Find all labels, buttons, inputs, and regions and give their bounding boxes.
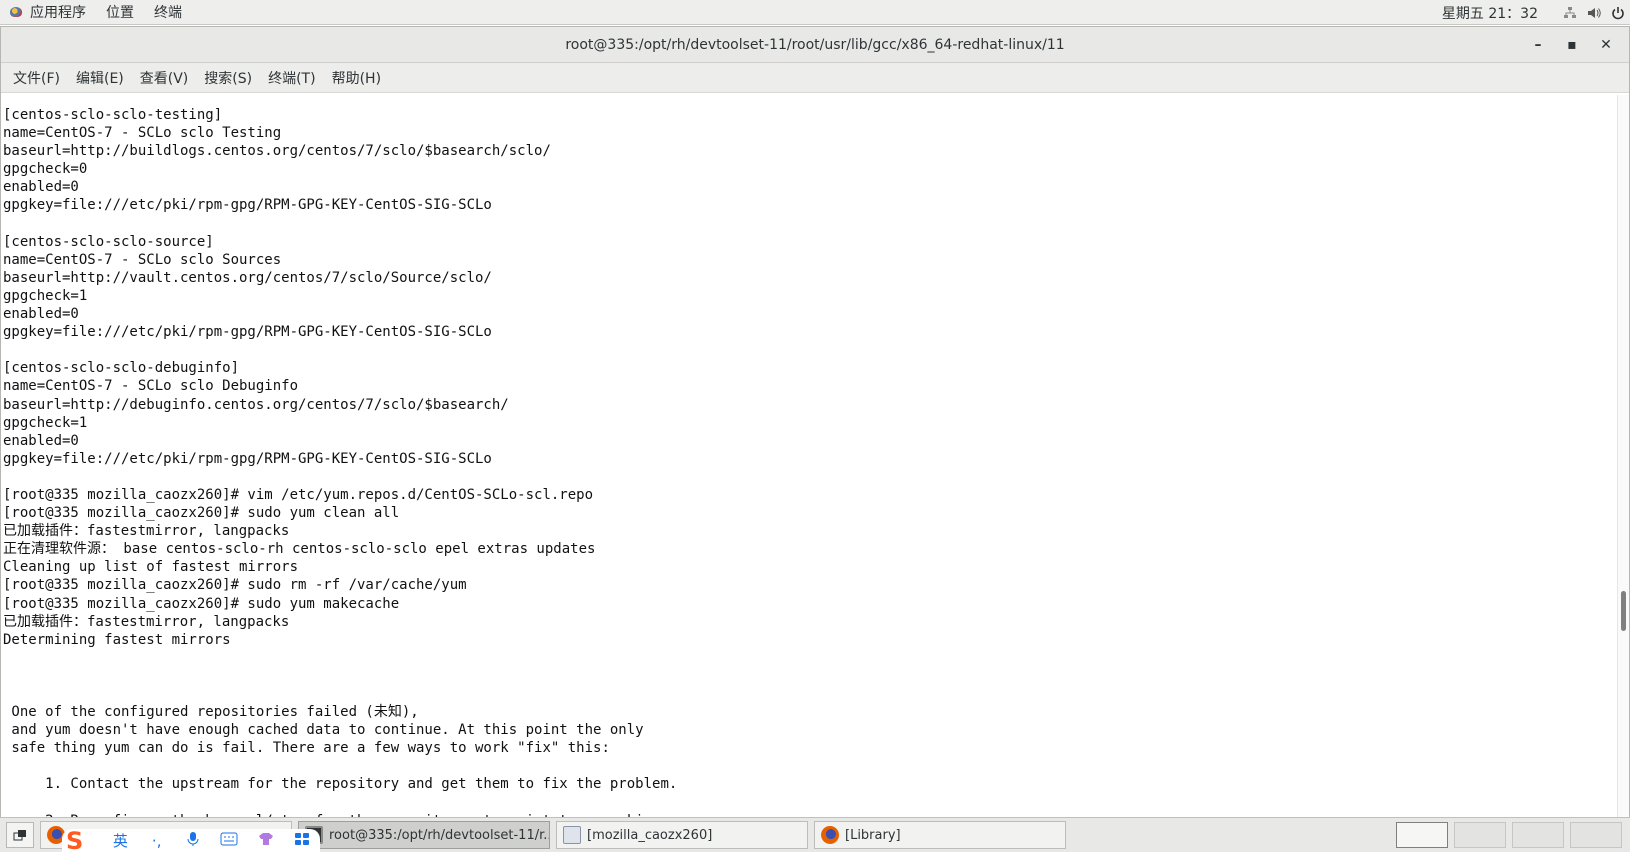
window-title: root@335:/opt/rh/devtoolset-11/root/usr/…: [565, 36, 1065, 53]
scrollbar-thumb[interactable]: [1621, 591, 1626, 631]
terminal-output[interactable]: [centos-sclo-sclo-testing] name=CentOS-7 …: [1, 95, 1629, 817]
terminal-line: 已加载插件：fastestmirror, langpacks: [3, 523, 290, 540]
terminal-line: Cleaning up list of fastest mirrors: [3, 559, 299, 576]
terminal-line: enabled=0: [3, 306, 79, 323]
terminal-line: baseurl=http://debuginfo.centos.org/cent…: [3, 396, 509, 413]
terminal-line: enabled=0: [3, 179, 79, 196]
task-file-manager[interactable]: [mozilla_caozx260]: [556, 821, 808, 849]
places-menu[interactable]: 位置: [96, 0, 144, 25]
keyboard-icon[interactable]: [211, 832, 247, 850]
terminal-app-menu[interactable]: 终端: [144, 0, 192, 25]
terminal-line: name=CentOS-7 - SCLo sclo Sources: [3, 251, 282, 268]
terminal-app-menu-label: 终端: [154, 5, 182, 21]
menu-edit[interactable]: 编辑(E): [68, 68, 132, 88]
terminal-line: gpgkey=file:///etc/pki/rpm-gpg/RPM-GPG-K…: [3, 197, 492, 214]
terminal-line: Determining fastest mirrors: [3, 631, 231, 648]
close-button[interactable]: ✕: [1589, 27, 1623, 63]
terminal-line: 正在清理软件源： base centos-sclo-rh centos-sclo…: [3, 541, 596, 558]
applications-menu-label: 应用程序: [30, 5, 86, 21]
terminal-line: [root@335 mozilla_caozx260]# sudo yum cl…: [3, 505, 400, 522]
menu-terminal[interactable]: 终端(T): [260, 68, 323, 88]
terminal-line: safe thing yum can do is fail. There are…: [3, 740, 610, 757]
terminal-line: baseurl=http://buildlogs.centos.org/cent…: [3, 143, 551, 160]
network-icon[interactable]: [1558, 0, 1582, 25]
terminal-scrollbar[interactable]: [1617, 95, 1629, 817]
microphone-icon[interactable]: [175, 831, 211, 851]
ime-mode-toggle[interactable]: 英: [102, 830, 138, 851]
terminal-line: enabled=0: [3, 432, 79, 449]
workspace-2[interactable]: [1454, 822, 1506, 848]
maximize-button[interactable]: ▪: [1555, 27, 1589, 63]
show-desktop-button[interactable]: [6, 822, 34, 848]
menu-file[interactable]: 文件(F): [5, 68, 68, 88]
terminal-line: [root@335 mozilla_caozx260]# sudo yum ma…: [3, 595, 400, 612]
file-manager-icon: [563, 826, 581, 844]
terminal-line: gpgkey=file:///etc/pki/rpm-gpg/RPM-GPG-K…: [3, 324, 492, 341]
terminal-line: [centos-sclo-sclo-source]: [3, 233, 214, 250]
terminal-line: [centos-sclo-sclo-testing]: [3, 107, 223, 123]
terminal-line: gpgcheck=1: [3, 287, 88, 304]
terminal-line: [root@335 mozilla_caozx260]# vim /etc/yu…: [3, 486, 594, 503]
volume-icon[interactable]: [1582, 0, 1606, 25]
task-label: [mozilla_caozx260]: [587, 827, 713, 843]
sogou-logo-icon[interactable]: S: [66, 829, 102, 852]
workspace-4[interactable]: [1570, 822, 1622, 848]
gnome-foot-icon: [8, 4, 24, 20]
terminal-window: root@335:/opt/rh/devtoolset-11/root/usr/…: [0, 26, 1630, 817]
menu-help[interactable]: 帮助(H): [324, 68, 389, 88]
window-titlebar[interactable]: root@335:/opt/rh/devtoolset-11/root/usr/…: [1, 27, 1629, 63]
ime-toolbar: S 英 ·,: [62, 829, 320, 852]
toolbox-icon[interactable]: [284, 832, 320, 850]
top-panel: 应用程序 位置 终端 星期五 21：32: [0, 0, 1630, 25]
terminal-line: name=CentOS-7 - SCLo sclo Debuginfo: [3, 378, 299, 395]
terminal-line: gpgcheck=0: [3, 161, 88, 178]
terminal-line: [centos-sclo-sclo-debuginfo]: [3, 360, 240, 377]
terminal-line: baseurl=http://vault.centos.org/centos/7…: [3, 269, 492, 286]
terminal-line: One of the configured repositories faile…: [3, 704, 419, 721]
menu-bar: 文件(F) 编辑(E) 查看(V) 搜索(S) 终端(T) 帮助(H): [1, 63, 1629, 93]
task-label: [Library]: [845, 827, 901, 843]
workspace-3[interactable]: [1512, 822, 1564, 848]
terminal-line: name=CentOS-7 - SCLo sclo Testing: [3, 125, 282, 142]
clock[interactable]: 星期五 21：32: [1442, 3, 1558, 23]
workspace-1[interactable]: [1396, 822, 1448, 848]
terminal-line: 已加载插件：fastestmirror, langpacks: [3, 613, 290, 630]
minimize-button[interactable]: –: [1521, 27, 1555, 63]
workspace-switcher: [1390, 822, 1622, 848]
terminal-text: [centos-sclo-sclo-testing] name=CentOS-7 …: [3, 106, 677, 817]
terminal-line: and yum doesn't have enough cached data …: [3, 722, 644, 739]
places-menu-label: 位置: [106, 5, 134, 21]
task-firefox-library[interactable]: [Library]: [814, 821, 1066, 849]
menu-view[interactable]: 查看(V): [132, 68, 197, 88]
applications-menu[interactable]: 应用程序: [0, 0, 96, 25]
system-tray: 星期五 21：32: [1442, 0, 1630, 25]
task-terminal[interactable]: root@335:/opt/rh/devtoolset-11/r...: [298, 821, 550, 849]
menu-search[interactable]: 搜索(S): [196, 68, 260, 88]
skin-icon[interactable]: [247, 832, 283, 850]
terminal-line: 1. Contact the upstream for the reposito…: [3, 776, 678, 793]
terminal-line: gpgcheck=1: [3, 414, 88, 431]
window-controls: – ▪ ✕: [1521, 27, 1623, 63]
power-icon[interactable]: [1606, 0, 1630, 25]
task-label: root@335:/opt/rh/devtoolset-11/r...: [329, 827, 550, 843]
ime-punctuation-toggle[interactable]: ·,: [139, 832, 175, 850]
terminal-line: gpgkey=file:///etc/pki/rpm-gpg/RPM-GPG-K…: [3, 450, 492, 467]
firefox-icon: [821, 826, 839, 844]
terminal-line: [root@335 mozilla_caozx260]# sudo rm -rf…: [3, 577, 467, 594]
